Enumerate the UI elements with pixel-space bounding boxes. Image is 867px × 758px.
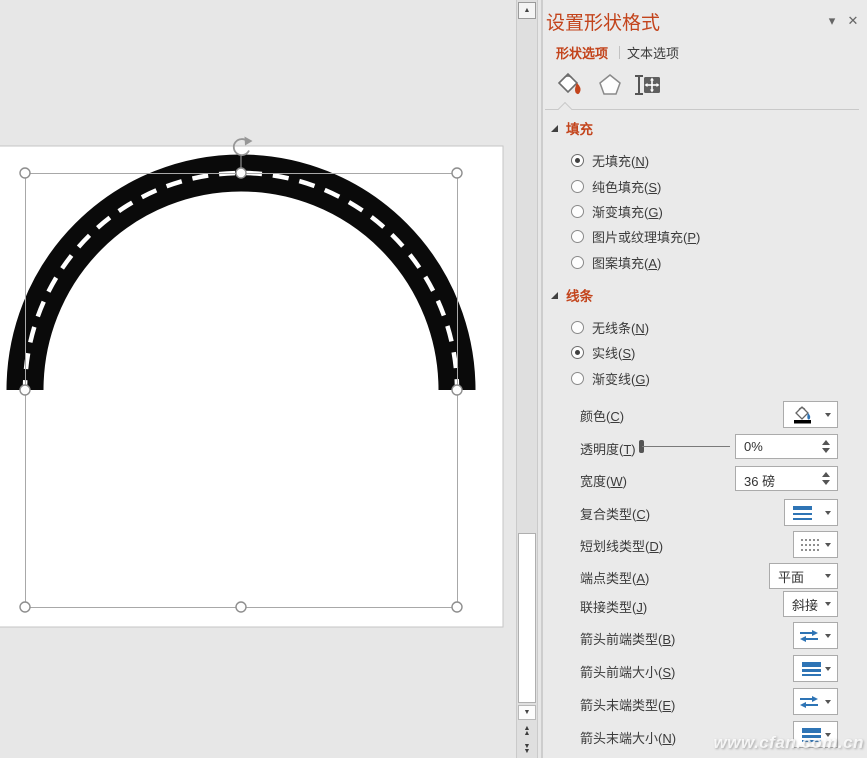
dropdown-caret-icon bbox=[825, 700, 831, 704]
transparency-slider-track[interactable] bbox=[642, 446, 730, 447]
join-type-dropdown[interactable]: 斜接 bbox=[783, 591, 838, 617]
section-header-line[interactable]: 线条 bbox=[551, 287, 593, 303]
collapse-triangle-icon bbox=[551, 125, 558, 132]
scrollbar-thumb[interactable] bbox=[518, 533, 536, 703]
radio-gradient-fill[interactable]: 渐变填充(G) bbox=[571, 202, 663, 220]
dash-type-dropdown[interactable] bbox=[793, 531, 838, 558]
radio-no-fill[interactable]: 无填充(N) bbox=[571, 151, 649, 169]
scroll-down-button[interactable]: ▼ bbox=[518, 705, 536, 720]
paint-bucket-color-icon bbox=[790, 405, 816, 424]
site-watermark: www.cfan.com.cn bbox=[714, 733, 864, 753]
dash-pattern-icon bbox=[801, 537, 821, 552]
radio-picture-fill[interactable]: 图片或纹理填充(P) bbox=[571, 227, 700, 245]
arrow-end-size-label: 箭头末端大小(N) bbox=[580, 728, 676, 747]
arrow-begin-size-dropdown[interactable] bbox=[793, 655, 838, 682]
cap-type-dropdown[interactable]: 平面 bbox=[769, 563, 838, 589]
compound-lines-icon bbox=[793, 506, 812, 520]
dropdown-caret-icon bbox=[825, 634, 831, 638]
subtab-fill-line[interactable] bbox=[555, 70, 585, 103]
spin-up-icon[interactable] bbox=[822, 440, 830, 445]
arrow-size-lines-icon bbox=[802, 662, 821, 676]
scroll-up-button[interactable]: ▲ bbox=[518, 2, 536, 19]
arrow-end-type-dropdown[interactable] bbox=[793, 688, 838, 715]
spin-down-icon[interactable] bbox=[822, 480, 830, 485]
format-shape-pane: 设置形状格式 ▾ ✕ 形状选项 文本选项 bbox=[543, 0, 867, 758]
fill-bucket-icon bbox=[555, 70, 585, 98]
transparency-spinner[interactable]: 0% bbox=[735, 434, 838, 459]
arrow-begin-type-label: 箭头前端类型(B) bbox=[580, 629, 675, 648]
double-arrow-icon bbox=[798, 629, 820, 643]
dropdown-caret-icon bbox=[825, 602, 831, 606]
next-slide-button[interactable]: ▼▼ bbox=[518, 742, 536, 756]
subtab-size-properties[interactable] bbox=[633, 72, 663, 103]
radio-icon bbox=[571, 346, 584, 359]
radio-solid-line[interactable]: 实线(S) bbox=[571, 343, 635, 361]
radio-icon bbox=[571, 256, 584, 269]
canvas-scrollbar[interactable]: ▲ ▼ ▲▲ ▼▼ bbox=[516, 0, 538, 758]
cap-type-label: 端点类型(A) bbox=[580, 568, 649, 587]
dropdown-caret-icon bbox=[825, 413, 831, 417]
dropdown-caret-icon bbox=[825, 667, 831, 671]
dropdown-caret-icon bbox=[825, 511, 831, 515]
dash-type-label: 短划线类型(D) bbox=[580, 536, 663, 555]
pentagon-effects-icon bbox=[598, 73, 622, 97]
tab-text-options[interactable]: 文本选项 bbox=[627, 43, 679, 62]
pane-menu-caret-icon[interactable]: ▾ bbox=[823, 12, 841, 30]
slide-page[interactable] bbox=[0, 146, 503, 627]
pane-close-icon[interactable]: ✕ bbox=[844, 12, 862, 30]
spin-down-icon[interactable] bbox=[822, 448, 830, 453]
join-type-label: 联接类型(J) bbox=[580, 597, 647, 616]
line-width-spinner[interactable]: 36 磅 bbox=[735, 466, 838, 491]
radio-icon bbox=[571, 321, 584, 334]
slide-canvas[interactable] bbox=[0, 0, 541, 758]
radio-no-line[interactable]: 无线条(N) bbox=[571, 318, 649, 336]
spin-up-icon[interactable] bbox=[822, 472, 830, 477]
subtab-separator bbox=[545, 109, 859, 110]
pane-title: 设置形状格式 bbox=[546, 8, 660, 35]
transparency-label: 透明度(T) bbox=[580, 439, 636, 458]
radio-icon bbox=[571, 154, 584, 167]
double-arrow-icon bbox=[798, 695, 820, 709]
active-subtab-notch bbox=[558, 102, 572, 116]
line-color-button[interactable] bbox=[783, 401, 838, 428]
color-label: 颜色(C) bbox=[580, 406, 624, 425]
dropdown-caret-icon bbox=[825, 574, 831, 578]
compound-type-dropdown[interactable] bbox=[784, 499, 838, 526]
subtab-effects[interactable] bbox=[598, 73, 622, 102]
radio-solid-fill[interactable]: 纯色填充(S) bbox=[571, 177, 661, 195]
section-header-fill[interactable]: 填充 bbox=[551, 120, 593, 136]
tab-shape-options[interactable]: 形状选项 bbox=[556, 43, 608, 62]
radio-icon bbox=[571, 230, 584, 243]
previous-slide-button[interactable]: ▲▲ bbox=[518, 724, 536, 738]
radio-icon bbox=[571, 372, 584, 385]
collapse-triangle-icon bbox=[551, 292, 558, 299]
width-label: 宽度(W) bbox=[580, 471, 627, 490]
arrow-begin-size-label: 箭头前端大小(S) bbox=[580, 662, 675, 681]
radio-gradient-line[interactable]: 渐变线(G) bbox=[571, 369, 650, 387]
radio-icon bbox=[571, 205, 584, 218]
radio-pattern-fill[interactable]: 图案填充(A) bbox=[571, 253, 661, 271]
arrow-begin-type-dropdown[interactable] bbox=[793, 622, 838, 649]
size-properties-icon bbox=[633, 72, 663, 98]
arrow-end-type-label: 箭头末端类型(E) bbox=[580, 695, 675, 714]
radio-icon bbox=[571, 180, 584, 193]
tab-divider bbox=[619, 46, 620, 59]
compound-type-label: 复合类型(C) bbox=[580, 504, 650, 523]
dropdown-caret-icon bbox=[825, 543, 831, 547]
